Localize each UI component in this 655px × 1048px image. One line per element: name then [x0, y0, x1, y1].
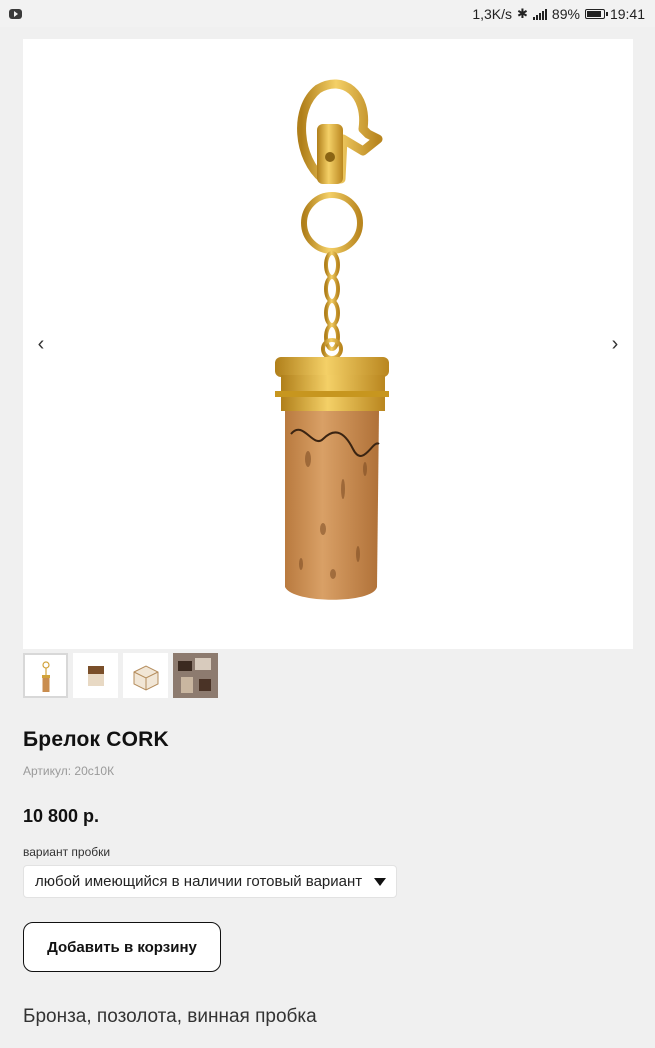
thumbnail-2[interactable] — [73, 653, 118, 698]
bluetooth-icon: ✱ — [517, 5, 528, 21]
add-to-cart-button[interactable]: Добавить в корзину — [23, 922, 221, 972]
product-image — [275, 79, 389, 600]
youtube-icon — [9, 8, 22, 19]
thumbnail-3[interactable] — [123, 653, 168, 698]
thumbnail-4[interactable] — [173, 653, 218, 698]
variant-select-value: любой имеющийся в наличии готовый вариан… — [35, 873, 363, 890]
thumbnail-strip — [23, 653, 218, 698]
chevron-right-icon: › — [611, 332, 619, 355]
status-bar: 1,3K/s ✱ 89% 19:41 — [0, 0, 655, 27]
variant-label: вариант пробки — [23, 845, 111, 859]
gallery-next-button[interactable]: › — [603, 332, 627, 356]
network-speed: 1,3K/s — [472, 5, 513, 22]
battery-level: 89% — [551, 5, 580, 22]
battery-icon — [584, 8, 608, 19]
clock: 19:41 — [609, 5, 645, 22]
thumbnail-1[interactable] — [23, 653, 68, 698]
chevron-left-icon: ‹ — [37, 332, 45, 355]
caret-down-icon — [374, 877, 386, 886]
product-title: Брелок CORK — [23, 728, 169, 751]
product-description: Бронза, позолота, винная пробка — [23, 1006, 317, 1027]
signal-icon — [532, 8, 547, 20]
gallery-prev-button[interactable]: ‹ — [29, 332, 53, 356]
product-price: 10 800 р. — [23, 806, 100, 826]
product-sku: Артикул: 20с10К — [23, 764, 115, 778]
product-gallery: ‹ › — [23, 39, 633, 649]
variant-select[interactable]: любой имеющийся в наличии готовый вариан… — [23, 865, 397, 898]
